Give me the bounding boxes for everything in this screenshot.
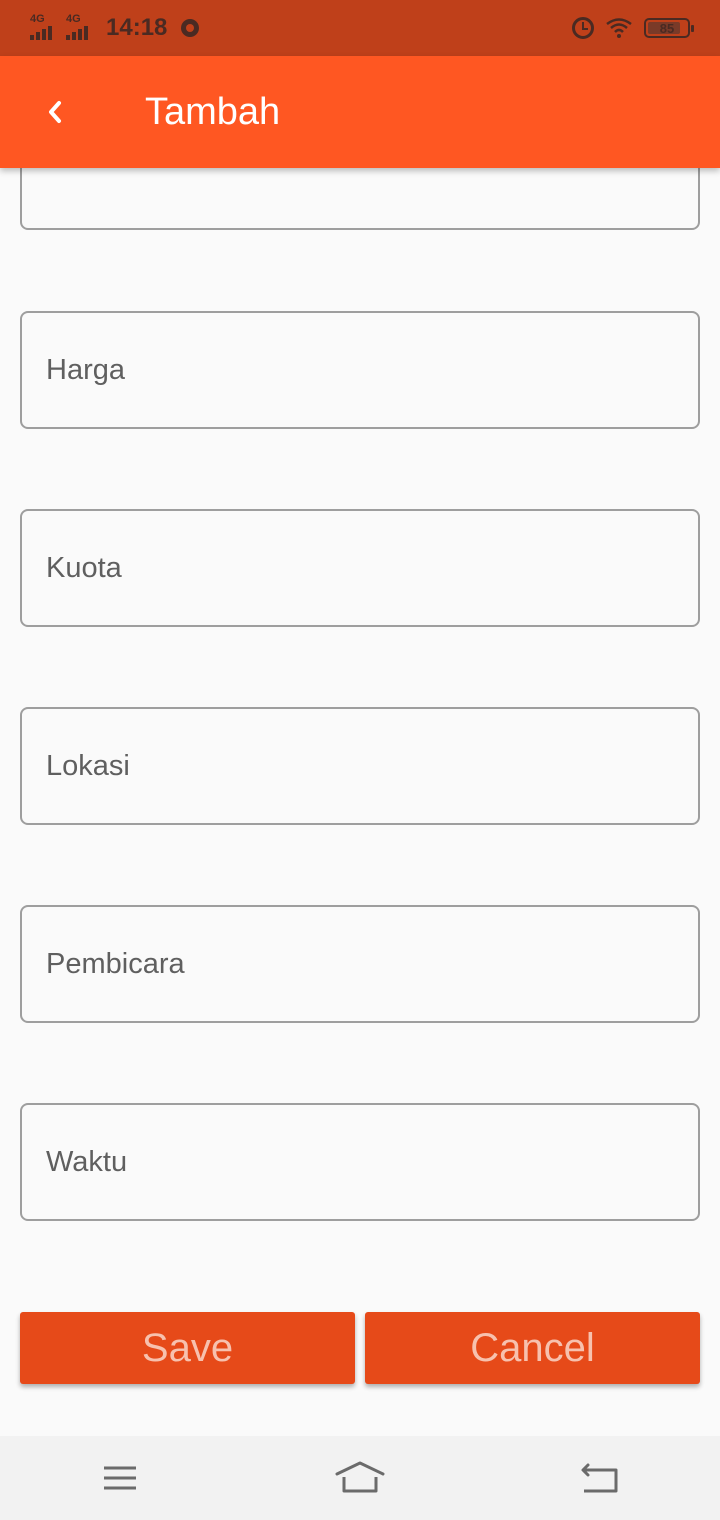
pembicara-input[interactable] bbox=[20, 905, 700, 1023]
page-title: Tambah bbox=[145, 90, 281, 133]
navigation-bar bbox=[0, 1436, 720, 1520]
menu-button[interactable] bbox=[80, 1448, 160, 1508]
menu-icon bbox=[104, 1466, 136, 1490]
status-bar: 4G 4G 14:18 85 bbox=[0, 0, 720, 56]
lokasi-input[interactable] bbox=[20, 707, 700, 825]
chrome-icon bbox=[181, 19, 200, 37]
clock: 14:18 bbox=[106, 14, 168, 41]
network-type-1: 4G bbox=[30, 13, 45, 25]
signal-icon: 4G bbox=[30, 14, 60, 42]
back-icon bbox=[581, 1463, 618, 1493]
previous-input-field[interactable] bbox=[20, 168, 700, 230]
screen: 4G 4G 14:18 85 Tambah Harga Kuota Lokasi… bbox=[0, 0, 720, 1520]
app-bar: Tambah bbox=[0, 56, 720, 168]
alarm-icon bbox=[572, 17, 594, 39]
cancel-button[interactable]: Cancel bbox=[365, 1312, 700, 1384]
wifi-icon bbox=[606, 18, 632, 38]
home-icon bbox=[335, 1461, 385, 1493]
save-button[interactable]: Save bbox=[20, 1312, 355, 1384]
home-button[interactable] bbox=[320, 1448, 400, 1508]
kuota-input[interactable] bbox=[20, 509, 700, 627]
status-right: 85 bbox=[572, 17, 694, 39]
back-nav-button[interactable] bbox=[560, 1448, 640, 1508]
harga-input[interactable] bbox=[20, 311, 700, 429]
waktu-input[interactable] bbox=[20, 1103, 700, 1221]
back-button[interactable] bbox=[0, 56, 112, 168]
battery-level: 85 bbox=[659, 20, 675, 36]
battery-icon: 85 bbox=[644, 18, 694, 38]
network-type-2: 4G bbox=[66, 13, 81, 25]
back-arrow-icon bbox=[49, 101, 61, 123]
form-area: Save Cancel bbox=[0, 168, 720, 1436]
signal-icon: 4G bbox=[66, 14, 96, 42]
status-left: 4G 4G 14:18 bbox=[30, 14, 200, 42]
